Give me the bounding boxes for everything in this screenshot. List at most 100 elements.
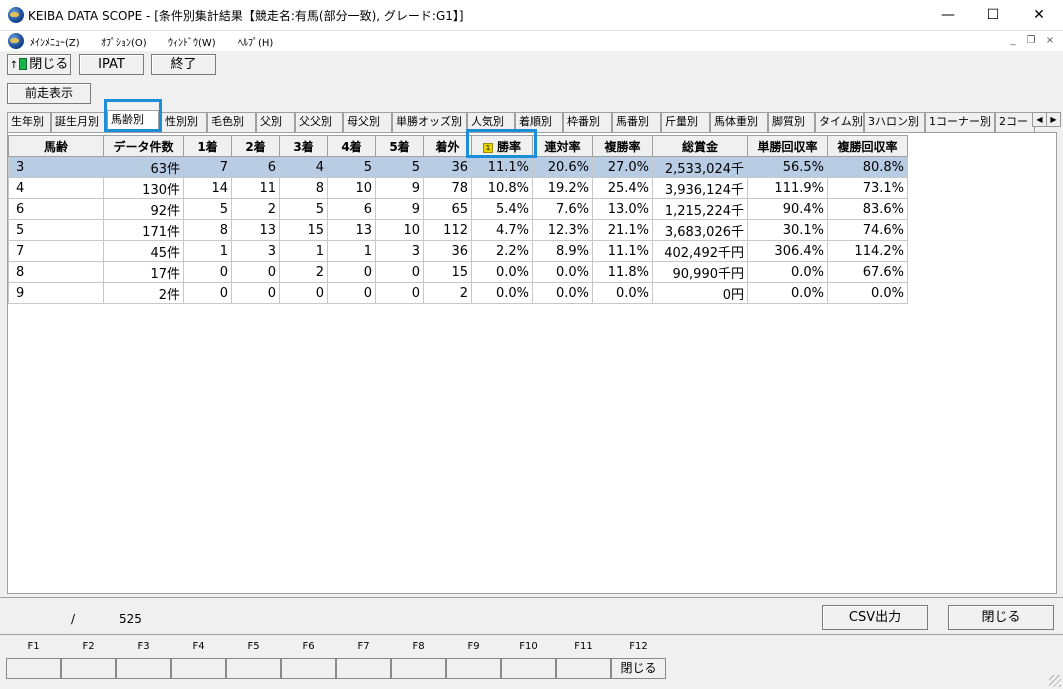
table-cell: 9 bbox=[375, 177, 424, 199]
menu-help[interactable]: ﾍﾙﾌﾟ(H) bbox=[238, 34, 273, 49]
tab-scroll-right-icon[interactable]: ▶ bbox=[1046, 112, 1061, 127]
table-row[interactable]: 5 171件 8 13 15 13 10 112 4.7% 12.3% 21.1% 3,683,026… bbox=[8, 219, 908, 241]
tab-body-weight[interactable]: 馬体重別 bbox=[710, 112, 768, 132]
fkey-button-f3[interactable] bbox=[116, 658, 171, 679]
close-window-button[interactable]: ✕ bbox=[1016, 0, 1062, 31]
menu-window[interactable]: ｳｨﾝﾄﾞｳ(W) bbox=[168, 34, 216, 49]
tab-scroll-left-icon[interactable]: ◀ bbox=[1032, 112, 1047, 127]
table-row[interactable]: 6 92件 5 2 5 6 9 65 5.4% 7.6% 13.0% 1,215,224千 90.4% 8… bbox=[8, 198, 908, 220]
tab-popularity[interactable]: 人気別 bbox=[467, 112, 515, 132]
col-header-4th[interactable]: 4着 bbox=[327, 135, 376, 157]
table-cell: 6 bbox=[327, 198, 376, 220]
col-header-2nd[interactable]: 2着 bbox=[231, 135, 280, 157]
tab-3-furlong[interactable]: 3ハロン別 bbox=[864, 112, 925, 132]
tab-birth-year[interactable]: 生年別 bbox=[7, 112, 51, 132]
tab-sire[interactable]: 父別 bbox=[256, 112, 295, 132]
table-cell: 0.0% bbox=[747, 282, 828, 304]
col-header-3rd[interactable]: 3着 bbox=[279, 135, 328, 157]
exit-button[interactable]: 終了 bbox=[151, 54, 216, 75]
table-row[interactable]: 3 63件 7 6 4 5 5 36 11.1% 20.6% 27.0% 2,533,024千 56.5… bbox=[8, 156, 908, 178]
csv-export-button[interactable]: CSV出力 bbox=[822, 605, 928, 630]
col-header-win-rate[interactable]: 1 勝率 bbox=[471, 135, 533, 157]
maximize-button[interactable]: ☐ bbox=[970, 0, 1016, 31]
fkey-button-f11[interactable] bbox=[556, 658, 611, 679]
fkey-button-f7[interactable] bbox=[336, 658, 391, 679]
col-header-1st[interactable]: 1着 bbox=[183, 135, 232, 157]
table-cell: 0 bbox=[327, 261, 376, 283]
fkey-button-f8[interactable] bbox=[391, 658, 446, 679]
tab-corner-2[interactable]: 2コー bbox=[995, 112, 1035, 132]
mdi-close-button[interactable]: × bbox=[1042, 33, 1058, 49]
bottom-close-button[interactable]: 閉じる bbox=[948, 605, 1054, 630]
tab-corner-1[interactable]: 1コーナー別 bbox=[925, 112, 995, 132]
menu-bar: ﾒｲﾝﾒﾆｭｰ(Z) ｵﾌﾟｼｮﾝ(O) ｳｨﾝﾄﾞｳ(W) ﾍﾙﾌﾟ(H) bbox=[0, 31, 1063, 51]
fkey-button-f5[interactable] bbox=[226, 658, 281, 679]
table-cell: 0 bbox=[327, 282, 376, 304]
table-row[interactable]: 7 45件 1 3 1 1 3 36 2.2% 8.9% 11.1% 402,492千円 306.4% 1… bbox=[8, 240, 908, 262]
app-globe-icon[interactable] bbox=[8, 7, 24, 23]
col-header-out[interactable]: 着外 bbox=[423, 135, 472, 157]
col-header-place-rate[interactable]: 複勝率 bbox=[592, 135, 653, 157]
fkey-button-f10[interactable] bbox=[501, 658, 556, 679]
tab-weight-carried[interactable]: 斤量別 bbox=[661, 112, 710, 132]
table-cell: 0 bbox=[231, 282, 280, 304]
fkey-button-f4[interactable] bbox=[171, 658, 226, 679]
mdi-child-globe-icon[interactable] bbox=[8, 33, 24, 49]
title-bar: KEIBA DATA SCOPE - [条件別集計結果【競走名:有馬(部分一致)… bbox=[0, 0, 1063, 31]
resize-grip-icon[interactable] bbox=[1049, 675, 1061, 687]
tab-sex[interactable]: 性別別 bbox=[161, 112, 207, 132]
tab-broodmare-sire[interactable]: 母父別 bbox=[343, 112, 392, 132]
mdi-minimize-button[interactable]: _ bbox=[1005, 33, 1021, 49]
fkey-label-f6: F6 bbox=[302, 641, 315, 652]
results-grid[interactable]: 馬齢 データ件数 1着 2着 3着 4着 5着 着外 1 勝率 連対率 複勝率 総… bbox=[7, 132, 1057, 594]
menu-main[interactable]: ﾒｲﾝﾒﾆｭｰ(Z) bbox=[30, 34, 80, 49]
tab-win-odds[interactable]: 単勝オッズ別 bbox=[392, 112, 467, 132]
col-header-win-return[interactable]: 単勝回収率 bbox=[747, 135, 828, 157]
table-row[interactable]: 8 17件 0 0 2 0 0 15 0.0% 0.0% 11.8% 90,990千円 0.0% 67.6… bbox=[8, 261, 908, 283]
table-cell: 83.6% bbox=[827, 198, 908, 220]
tab-coat-color[interactable]: 毛色別 bbox=[207, 112, 256, 132]
table-cell: 171件 bbox=[103, 219, 184, 241]
table-cell: 0 bbox=[375, 261, 424, 283]
fkey-button-f9[interactable] bbox=[446, 658, 501, 679]
table-cell: 80.8% bbox=[827, 156, 908, 178]
menu-options[interactable]: ｵﾌﾟｼｮﾝ(O) bbox=[101, 34, 147, 49]
table-cell: 0.0% bbox=[532, 282, 593, 304]
col-header-quinella-rate[interactable]: 連対率 bbox=[532, 135, 593, 157]
col-header-count[interactable]: データ件数 bbox=[103, 135, 184, 157]
col-header-total-prize[interactable]: 総賞金 bbox=[652, 135, 748, 157]
table-cell: 2.2% bbox=[471, 240, 533, 262]
tab-birth-month[interactable]: 誕生月別 bbox=[51, 112, 105, 132]
table-cell: 3,683,026千 bbox=[652, 219, 748, 241]
tab-age[interactable]: 馬齢別 bbox=[107, 110, 159, 132]
table-cell: 130件 bbox=[103, 177, 184, 199]
ipat-button[interactable]: IPAT bbox=[79, 54, 144, 75]
fkey-label-f12: F12 bbox=[629, 641, 648, 652]
fkey-button-f12[interactable]: 閉じる bbox=[611, 658, 666, 679]
table-cell: 114.2% bbox=[827, 240, 908, 262]
tab-gate[interactable]: 枠番別 bbox=[563, 112, 612, 132]
fkey-label-f8: F8 bbox=[412, 641, 425, 652]
tab-time[interactable]: タイム別 bbox=[815, 112, 864, 132]
table-row[interactable]: 9 2件 0 0 0 0 0 2 0.0% 0.0% 0.0% 0円 0.0% 0.0% bbox=[8, 282, 908, 304]
col-header-5th[interactable]: 5着 bbox=[375, 135, 424, 157]
table-cell: 402,492千円 bbox=[652, 240, 748, 262]
col-header-age[interactable]: 馬齢 bbox=[8, 135, 104, 157]
table-cell: 92件 bbox=[103, 198, 184, 220]
col-header-place-return[interactable]: 複勝回収率 bbox=[827, 135, 908, 157]
prev-run-button[interactable]: 前走表示 bbox=[7, 83, 91, 104]
table-row[interactable]: 4 130件 14 11 8 10 9 78 10.8% 19.2% 25.4% 3,936,124千… bbox=[8, 177, 908, 199]
tab-horse-number[interactable]: 馬番別 bbox=[612, 112, 661, 132]
tab-running-style[interactable]: 脚質別 bbox=[768, 112, 815, 132]
fkey-label-f7: F7 bbox=[357, 641, 370, 652]
tab-sire-of-sire[interactable]: 父父別 bbox=[295, 112, 343, 132]
toolbar-close-button[interactable]: ↑ 閉じる bbox=[7, 54, 71, 75]
fkey-button-f2[interactable] bbox=[61, 658, 116, 679]
minimize-button[interactable]: — bbox=[925, 0, 971, 31]
fkey-button-f1[interactable] bbox=[6, 658, 61, 679]
tab-finish-order[interactable]: 着順別 bbox=[515, 112, 563, 132]
table-cell: 11.1% bbox=[592, 240, 653, 262]
mdi-restore-button[interactable]: ❐ bbox=[1023, 33, 1039, 49]
fkey-button-f6[interactable] bbox=[281, 658, 336, 679]
table-cell: 5.4% bbox=[471, 198, 533, 220]
